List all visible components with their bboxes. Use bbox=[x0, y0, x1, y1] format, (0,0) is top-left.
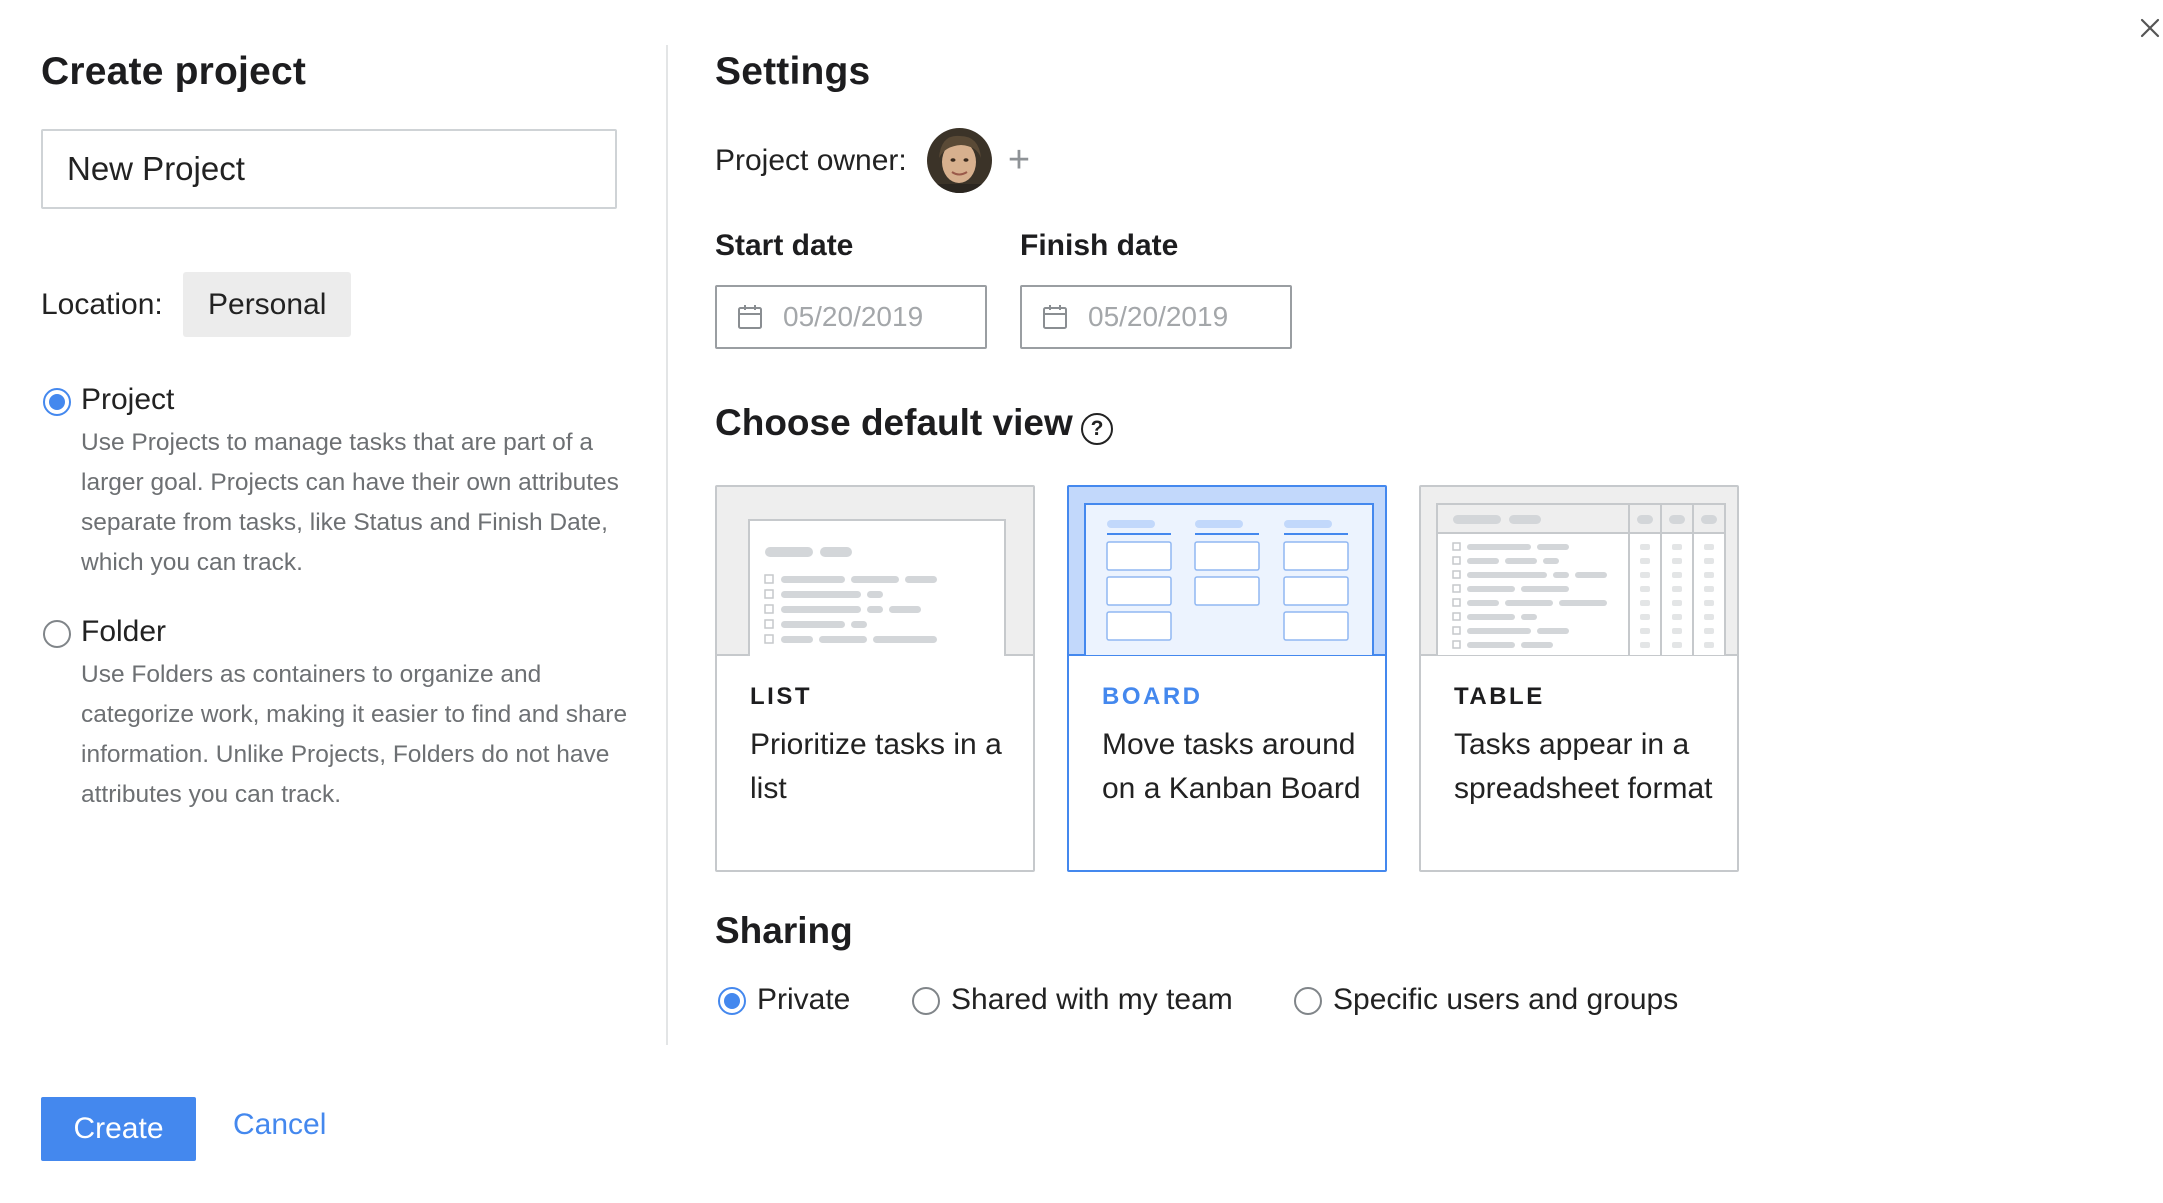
board-preview bbox=[1069, 487, 1385, 657]
finish-date-value: 05/20/2019 bbox=[1088, 301, 1229, 332]
dialog-title: Create project bbox=[41, 50, 307, 93]
radio-sharing-private[interactable] bbox=[718, 987, 746, 1015]
view-card-kind: TABLE bbox=[1454, 683, 1545, 710]
option-folder-description: Use Folders as containers to organize an… bbox=[81, 661, 628, 808]
view-card-kind: LIST bbox=[750, 683, 812, 710]
settings-title: Settings bbox=[715, 50, 871, 93]
option-project-description: Use Projects to manage tasks that are pa… bbox=[81, 429, 619, 576]
finish-date-label: Finish date bbox=[1020, 229, 1179, 262]
start-date-label: Start date bbox=[715, 229, 854, 262]
default-view-title: Choose default view bbox=[715, 402, 1073, 443]
add-owner-button[interactable]: + bbox=[1003, 138, 1035, 182]
cancel-button[interactable]: Cancel bbox=[233, 1108, 326, 1142]
start-date-field[interactable]: 05/20/2019 bbox=[715, 285, 987, 349]
close-button[interactable] bbox=[2130, 8, 2163, 48]
finish-date-field[interactable]: 05/20/2019 bbox=[1020, 285, 1292, 349]
view-card-table[interactable]: TABLE Tasks appear in a spreadsheet form… bbox=[1419, 485, 1739, 872]
list-preview bbox=[717, 487, 1033, 661]
sharing-team-label: Shared with my team bbox=[951, 983, 1233, 1016]
calendar-icon bbox=[1043, 305, 1067, 329]
view-card-list[interactable]: LIST Prioritize tasks in a list bbox=[715, 485, 1035, 872]
view-card-board[interactable]: BOARD Move tasks around on a Kanban Boar… bbox=[1067, 485, 1387, 872]
sharing-title: Sharing bbox=[715, 910, 853, 951]
create-button[interactable]: Create bbox=[41, 1097, 196, 1161]
view-card-kind: BOARD bbox=[1102, 683, 1203, 710]
owner-avatar[interactable] bbox=[927, 128, 992, 193]
project-name-input[interactable] bbox=[41, 129, 617, 209]
close-icon bbox=[2140, 18, 2160, 38]
start-date-value: 05/20/2019 bbox=[783, 301, 924, 332]
owner-label: Project owner: bbox=[715, 144, 907, 177]
view-card-description: Move tasks around on a Kanban Board bbox=[1102, 728, 1361, 805]
radio-sharing-team[interactable] bbox=[912, 987, 940, 1015]
help-icon[interactable]: ? bbox=[1081, 413, 1113, 445]
location-label: Location: bbox=[41, 288, 163, 321]
table-preview bbox=[1421, 487, 1737, 657]
radio-project[interactable] bbox=[43, 388, 71, 416]
view-card-description: Prioritize tasks in a list bbox=[750, 728, 1002, 805]
calendar-icon bbox=[738, 305, 762, 329]
option-project-label: Project bbox=[81, 383, 175, 416]
location-selector[interactable]: Personal bbox=[183, 272, 352, 337]
sharing-specific-label: Specific users and groups bbox=[1333, 983, 1679, 1016]
sharing-private-label: Private bbox=[757, 983, 851, 1016]
view-card-description: Tasks appear in a spreadsheet format bbox=[1454, 728, 1713, 805]
option-folder-label: Folder bbox=[81, 615, 167, 648]
radio-sharing-specific[interactable] bbox=[1294, 987, 1322, 1015]
column-divider bbox=[666, 45, 668, 1045]
radio-folder[interactable] bbox=[43, 620, 71, 648]
